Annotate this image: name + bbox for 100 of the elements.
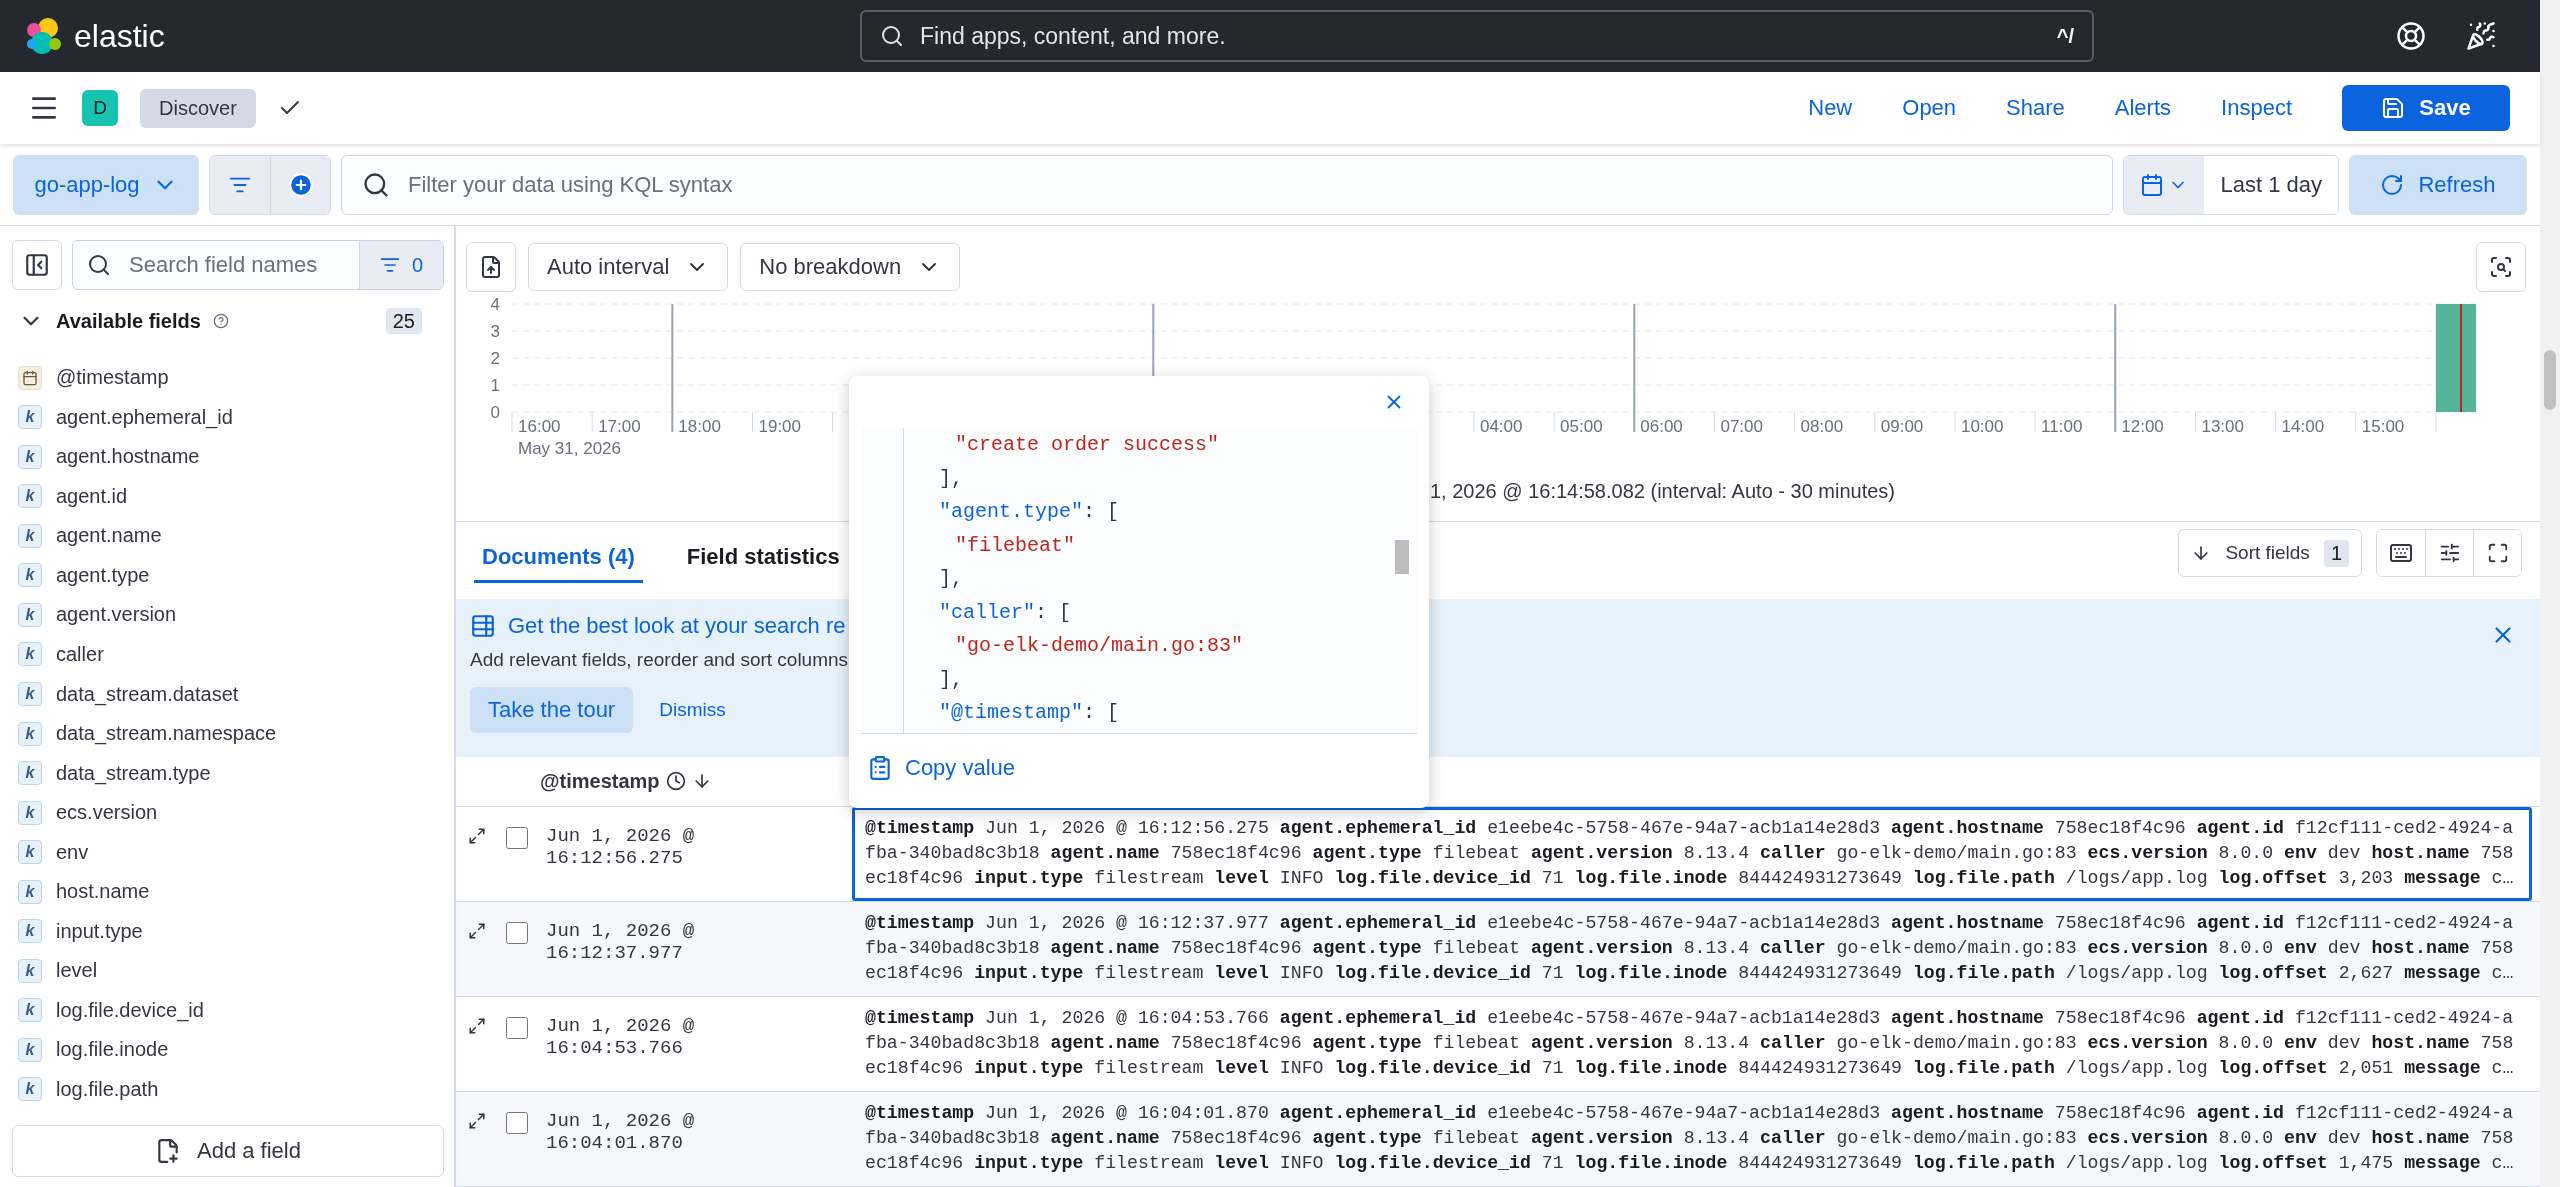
filter-icon [379,255,400,275]
field-name[interactable]: env [56,840,89,864]
file-upload-icon [479,255,503,279]
timestamp-cell-text: Jun 1, 2026 @ 16:12:37.977 [545,918,696,966]
sort-fields-button[interactable]: Sort fields 1 [2178,529,2362,578]
add-filter-button[interactable] [270,155,330,214]
collapse-sidebar-button[interactable] [12,240,62,290]
interval-dropdown[interactable]: Auto interval [528,243,729,291]
expand-icon[interactable] [468,1016,486,1035]
expand-icon[interactable] [468,921,486,940]
search-icon [87,253,111,277]
code-string: "create order success" [955,433,1220,457]
field-name[interactable]: log.file.inode [56,1038,169,1062]
field-name[interactable]: agent.name [56,524,162,548]
callout-title: Get the best look at your search re [508,613,846,640]
field-name[interactable]: agent.type [56,563,150,587]
row-checkbox[interactable] [506,1016,528,1039]
field-search-bar[interactable]: Search field names 0 [72,240,444,290]
save-button[interactable]: Save [2342,85,2510,131]
breakdown-dropdown[interactable]: No breakdown [740,243,961,291]
y-tick-label: 3 [490,322,500,341]
expand-icon[interactable] [468,826,486,845]
code-bracket: ], [939,667,963,691]
logo-text: elastic [74,17,165,55]
nav-link[interactable]: Inspect [2221,95,2292,121]
x-tick-label: 16:00 [518,417,561,436]
field-name[interactable]: host.name [56,880,150,904]
row-checkbox[interactable] [506,826,528,849]
party-popper-icon[interactable] [2466,21,2496,51]
add-field-button[interactable]: Add a field [12,1125,444,1177]
keyword-field-icon: k [18,484,42,509]
date-quick-menu-button[interactable] [2124,155,2205,214]
field-name[interactable]: @timestamp [56,366,169,390]
field-name[interactable]: level [56,959,98,983]
refresh-icon [2380,172,2405,197]
field-name[interactable]: caller [56,643,104,666]
x-tick-label: 08:00 [1800,417,1844,436]
field-search-field[interactable]: Search field names [127,251,345,279]
x-tick-label: 11:00 [2041,417,2083,436]
take-tour-button[interactable]: Take the tour [470,687,634,734]
global-search-bar[interactable]: Find apps, content, and more. ^/ [860,10,2094,62]
summary-cell[interactable]: @timestamp Jun 1, 2026 @ 16:12:56.275 agent.ephemeral_id e1eebe4c-5758-467e-94a7-acb1a14e28d3 agent.hostname 758ec18f4c96 agent.id f12cf111-ced2-4924-afba-340bad8c3b18 agent.name 758ec18f4c96 agent.type filebeat agent.version 8.13.4 caller go-elk-demo/main.go:83 ecs.version 8.0.0 env dev host.name 758ec18f4c96 input.type filestream level INFO log.file.device_id 71 log.file.inode 844424931273649 log.file.path /logs/app.log log.offset 3,203 message c… [852,806,2532,901]
keyword-field-icon: k [18,642,42,667]
field-name[interactable]: data_stream.dataset [56,682,239,706]
field-name[interactable]: data_stream.namespace [56,722,277,746]
data-view-selector[interactable]: go-app-log [13,154,199,215]
nav-link[interactable]: Open [1902,95,1957,121]
add-document-icon [155,1138,181,1164]
x-tick-label: 04:00 [1479,417,1523,436]
field-name[interactable]: agent.id [56,484,128,508]
keyword-field-icon: k [18,800,42,825]
fullscreen-button[interactable] [2473,530,2521,577]
field-name[interactable]: log.file.device_id [56,998,204,1022]
chart-caption: 1, 2026 @ 16:14:58.082 (interval: Auto - 30 minutes) [1430,479,1896,503]
copy-value-button[interactable]: Copy value [861,748,1022,788]
refresh-button[interactable]: Refresh [2349,154,2527,215]
summary-cell[interactable]: @timestamp Jun 1, 2026 @ 16:04:53.766 agent.ephemeral_id e1eebe4c-5758-467e-94a7-acb1a14e28d3 agent.hostname 758ec18f4c96 agent.id f12cf111-ced2-4924-afba-340bad8c3b18 agent.name 758ec18f4c96 agent.type filebeat agent.version 8.13.4 caller go-elk-demo/main.go:83 ecs.version 8.0.0 env dev host.name 758ec18f4c96 input.type filestream level INFO log.file.device_id 71 log.file.inode 844424931273649 log.file.path /logs/app.log log.offset 2,051 message c… [852,996,2532,1091]
expand-icon[interactable] [468,1111,486,1130]
search-icon [880,24,904,48]
nav-link[interactable]: Alerts [2114,95,2172,121]
code-string: "go-elk-demo/main.go:83" [955,634,1244,658]
keyword-field-icon: k [18,879,42,904]
row-checkbox[interactable] [506,921,528,944]
row-checkbox[interactable] [506,1111,528,1134]
nav-link[interactable]: Share [2006,95,2065,121]
x-tick-label: 18:00 [678,417,721,436]
field-name[interactable]: ecs.version [56,801,158,825]
column-header[interactable]: @timestamp [540,769,660,793]
space-avatar[interactable]: D [82,90,118,126]
field-filter-button[interactable]: 0 [359,241,443,289]
plus-icon [287,171,314,198]
scrollbar-thumb[interactable] [2544,350,2556,410]
query-bar[interactable]: Filter your data using KQL syntax [341,154,2114,215]
callout-text: Add relevant fields, reorder and sort columns [470,649,850,672]
field-name[interactable]: log.file.path [56,1077,159,1101]
y-tick-label: 1 [490,376,500,395]
global-search-field[interactable]: Find apps, content, and more. [918,21,2043,51]
field-name[interactable]: input.type [56,919,143,943]
section-title[interactable]: Available fields [56,309,201,333]
chart-export-button[interactable] [466,242,516,292]
summary-cell[interactable]: @timestamp Jun 1, 2026 @ 16:04:01.870 agent.ephemeral_id e1eebe4c-5758-467e-94a7-acb1a14e28d3 agent.hostname 758ec18f4c96 agent.id f12cf111-ced2-4924-afba-340bad8c3b18 agent.name 758ec18f4c96 agent.type filebeat agent.version 8.13.4 caller go-elk-demo/main.go:83 ecs.version 8.0.0 env dev host.name 758ec18f4c96 input.type filestream level INFO log.file.device_id 71 log.file.inode 844424931273649 log.file.path /logs/app.log log.offset 1,475 message c… [852,1091,2532,1186]
date-label: May 31, 2026 [518,439,621,458]
tab[interactable]: Field statistics [678,533,848,584]
calendar-icon [2140,172,2165,197]
summary-cell[interactable]: @timestamp Jun 1, 2026 @ 16:12:37.977 agent.ephemeral_id e1eebe4c-5758-467e-94a7-acb1a14e28d3 agent.hostname 758ec18f4c96 agent.id f12cf111-ced2-4924-afba-340bad8c3b18 agent.name 758ec18f4c96 agent.type filebeat agent.version 8.13.4 caller go-elk-demo/main.go:83 ecs.version 8.0.0 env dev host.name 758ec18f4c96 input.type filestream level INFO log.file.device_id 71 log.file.inode 844424931273649 log.file.path /logs/app.log log.offset 2,627 message c… [852,901,2532,996]
keyword-field-icon: k [18,761,42,786]
timestamp-cell-text: Jun 1, 2026 @ 16:12:56.275 [545,823,696,871]
x-tick-label: 19:00 [758,417,802,436]
code-scrollbar-thumb[interactable] [1395,540,1409,574]
field-name[interactable]: data_stream.type [56,761,211,785]
tab[interactable]: Documents (4) [474,533,643,584]
help-icon[interactable] [2396,21,2426,51]
query-field[interactable]: Filter your data using KQL syntax [406,170,2093,199]
nav-link[interactable]: New [1808,95,1853,121]
field-name[interactable]: agent.version [56,603,177,627]
field-name[interactable]: agent.ephemeral_id [56,405,233,429]
chart-options-button[interactable] [2476,242,2526,292]
field-name[interactable]: agent.hostname [56,445,200,469]
dismiss-button[interactable]: Dismiss [653,698,732,723]
histogram-bar[interactable] [2435,304,2476,412]
